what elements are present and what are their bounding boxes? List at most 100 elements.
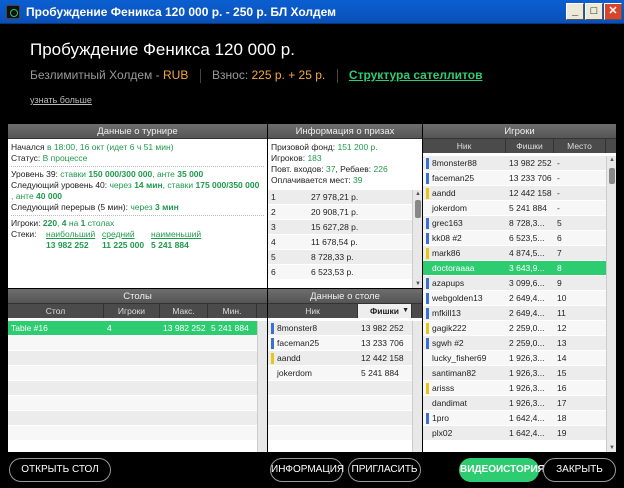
next-level-label: Следующий уровень 40: [11, 180, 110, 190]
col-place[interactable]: Место [554, 139, 606, 153]
player-row[interactable]: arisss 1 926,3... 16 [423, 381, 606, 396]
player-row[interactable]: azapups 3 099,6... 9 [423, 276, 606, 291]
open-table-button[interactable]: ОТКРЫТЬ СТОЛ [9, 458, 111, 482]
table-player-nick-cell: faceman25 [268, 336, 358, 350]
player-row[interactable]: jokerdom 5 241 884- [423, 201, 606, 216]
col-max[interactable]: Макс. [160, 304, 208, 318]
player-row[interactable]: mark86 4 874,5... 7 [423, 246, 606, 261]
col-table[interactable]: Стол [8, 304, 104, 318]
empty-row [8, 396, 257, 411]
player-marker [426, 173, 429, 184]
prize-amount: 6 523,53 р. [311, 267, 354, 277]
player-row[interactable]: aandd 12 442 158- [423, 186, 606, 201]
player-marker [426, 278, 429, 289]
scroll-down-icon[interactable]: ▼ [413, 280, 422, 288]
col-chips[interactable]: Фишки [506, 139, 554, 153]
player-row[interactable]: gagik222 2 259,0... 12 [423, 321, 606, 336]
player-row[interactable]: kk08 #2 6 523,5... 6 [423, 231, 606, 246]
player-row[interactable]: mfkill13 2 649,4... 11 [423, 306, 606, 321]
started-value: в 18:00, 16 окт (идет 6 ч 51 мин) [47, 142, 174, 152]
prize-scrollbar[interactable]: ▲ ▼ [412, 190, 422, 288]
scroll-thumb[interactable] [609, 168, 615, 184]
entries-line: Повт. входов: 37, Ребаев: 226 [268, 164, 422, 175]
player-nick: 8monster88 [432, 158, 477, 168]
player-nick-cell: grec163 [423, 216, 506, 230]
players-scrollbar[interactable]: ▲ ▼ [606, 156, 616, 452]
prize-row: 3 15 627,28 р. [268, 220, 412, 235]
col-chips[interactable]: Фишки ▼ [358, 304, 412, 318]
started-label: Начался [11, 142, 48, 152]
player-nick: grec163 [432, 218, 463, 228]
player-place: - [557, 158, 560, 168]
next-level-blinds: 175 000/350 000 [195, 180, 260, 190]
table-info-scrollbar[interactable] [412, 321, 422, 452]
player-nick-cell: dandimat [423, 396, 506, 410]
player-nick: dandimat [432, 398, 467, 408]
player-row[interactable]: grec163 8 728,3... 5 [423, 216, 606, 231]
player-row[interactable]: faceman25 13 233 706- [423, 171, 606, 186]
started-line: Начался в 18:00, 16 окт (идет 6 ч 51 мин… [8, 142, 267, 153]
learn-more-link[interactable]: узнать больше [30, 95, 92, 105]
info-button[interactable]: ИНФОРМАЦИЯ [270, 458, 344, 482]
player-nick: mfkill13 [432, 308, 461, 318]
player-row[interactable]: lucky_fisher69 1 926,3... 14 [423, 351, 606, 366]
close-button[interactable]: ЗАКРЫТЬ [543, 458, 616, 482]
player-marker [426, 383, 429, 394]
scroll-thumb[interactable] [415, 200, 421, 218]
table-player-row[interactable]: faceman25 13 233 706 [268, 336, 412, 351]
break-in: через [130, 202, 156, 212]
close-window-button[interactable]: ✕ [604, 3, 622, 20]
table-player-row[interactable]: jokerdom 5 241 884 [268, 366, 412, 381]
tables-scrollbar[interactable] [257, 321, 267, 452]
scroll-up-icon[interactable]: ▲ [413, 190, 422, 198]
player-nick-cell: webgolden13 [423, 291, 506, 305]
col-nick[interactable]: Ник [268, 304, 358, 318]
scroll-up-icon[interactable]: ▲ [607, 156, 616, 164]
minimize-button[interactable]: _ [566, 3, 584, 20]
player-row[interactable]: 1pro 1 642,4... 18 [423, 411, 606, 426]
col-nick[interactable]: Ник [423, 139, 506, 153]
player-row[interactable]: 8monster88 13 982 252- [423, 156, 606, 171]
prize-amount: 20 908,71 р. [311, 207, 359, 217]
tournament-info-panel: Данные о турнире Начался в 18:00, 16 окт… [8, 124, 267, 288]
player-chips: 13 233 706 [509, 173, 552, 183]
player-row[interactable]: plx02 1 642,4... 19 [423, 426, 606, 441]
table-player-row[interactable]: aandd 12 442 158 [268, 351, 412, 366]
satellite-structure-link[interactable]: Структура сателлитов [349, 68, 483, 82]
player-chips: 12 442 158 [509, 188, 552, 198]
player-row[interactable]: webgolden13 2 649,4... 10 [423, 291, 606, 306]
player-marker [426, 413, 429, 424]
prize-players-value: 183 [307, 153, 322, 163]
table-player-chips: 12 442 158 [361, 353, 404, 363]
player-chips: 2 649,4... [509, 308, 545, 318]
video-history-button[interactable]: ВИДЕОИСТОРИЯ [459, 458, 545, 482]
col-min[interactable]: Мин. [208, 304, 257, 318]
player-marker [426, 248, 429, 259]
maximize-button[interactable]: □ [585, 3, 603, 20]
next-level-ante: 40 000 [36, 191, 63, 201]
table-player-row[interactable]: 8monster8 13 982 252 [268, 321, 412, 336]
col-players[interactable]: Игроки [104, 304, 160, 318]
invite-button[interactable]: ПРИГЛАСИТЬ [348, 458, 421, 482]
empty-row [268, 381, 412, 396]
player-chips: 1 642,4... [509, 413, 545, 423]
table-player-chips: 13 233 706 [361, 338, 404, 348]
player-row[interactable]: doctoraaaa 3 643,9... 8 [423, 261, 606, 276]
break-time: 3 мин [155, 202, 179, 212]
empty-row [268, 426, 412, 441]
divider [11, 215, 264, 216]
player-place: 6 [557, 233, 562, 243]
next-level-in: через [109, 180, 135, 190]
player-row[interactable]: santiman82 1 926,3... 15 [423, 366, 606, 381]
player-chips: 1 926,3... [509, 398, 545, 408]
table-row[interactable]: Table #16 4 13 982 252 5 241 884 [8, 321, 257, 336]
player-row[interactable]: dandimat 1 926,3... 17 [423, 396, 606, 411]
table-player-nick: jokerdom [277, 368, 312, 378]
player-place: 5 [557, 218, 562, 228]
player-place: 12 [557, 323, 567, 333]
player-nick: faceman25 [432, 173, 475, 183]
player-row[interactable]: sgwh #2 2 259,0... 13 [423, 336, 606, 351]
stack-avg: 11 225 000 [102, 240, 145, 250]
scroll-down-icon[interactable]: ▼ [607, 444, 616, 452]
panel-header: Игроки [423, 124, 616, 139]
